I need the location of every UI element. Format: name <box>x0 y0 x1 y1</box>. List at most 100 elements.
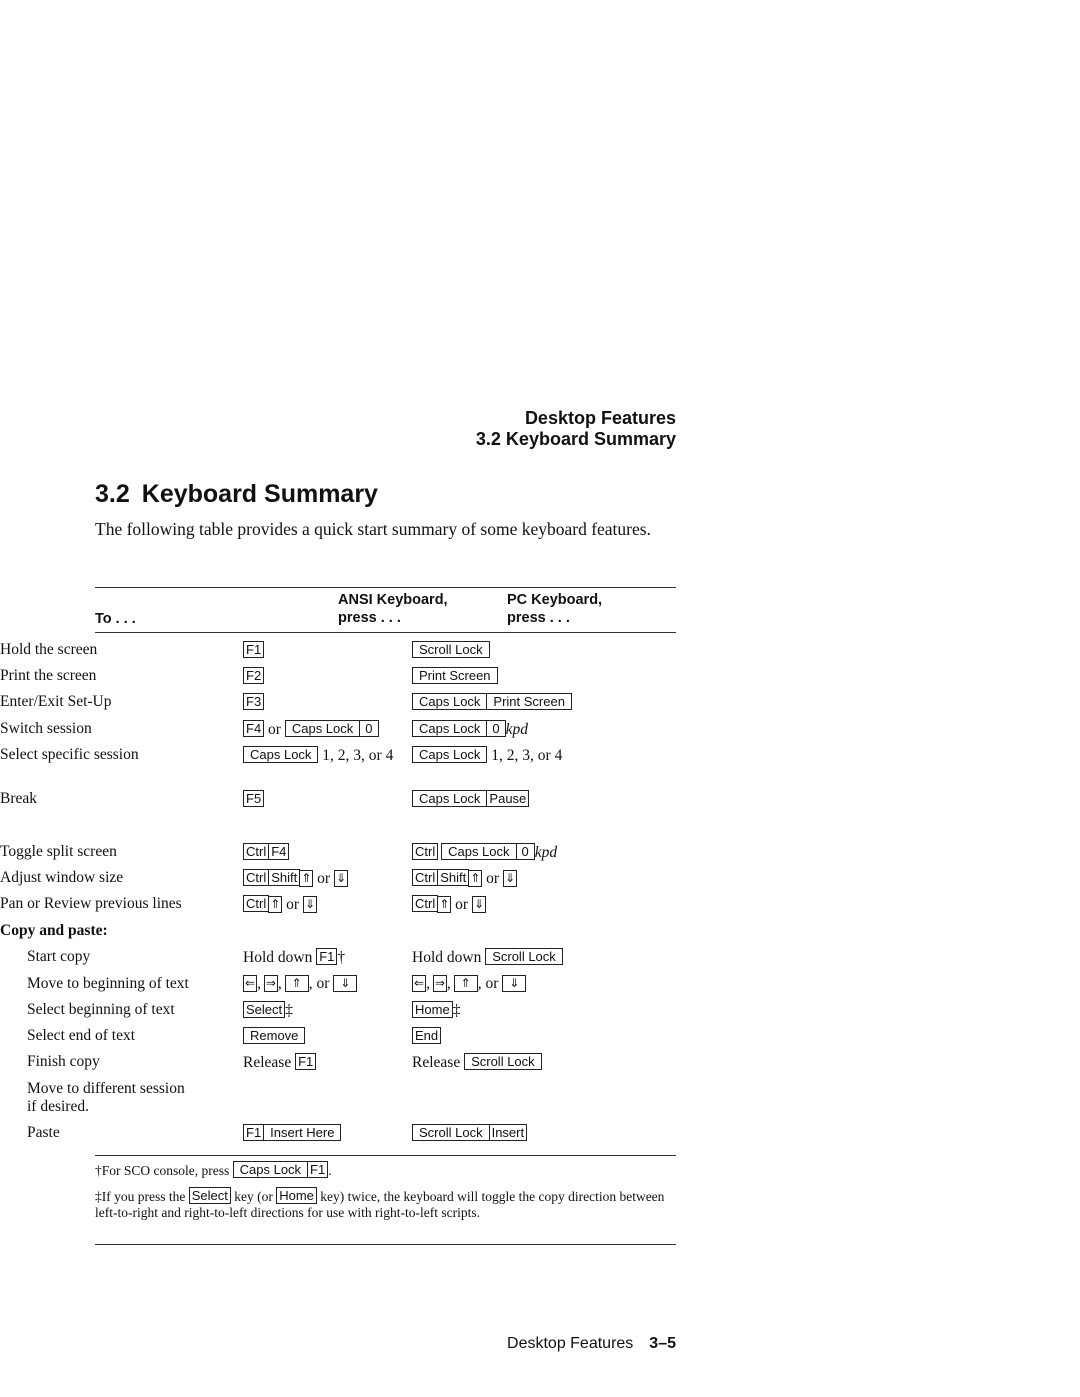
down-arrow-icon: ⇓ <box>333 870 349 887</box>
dagger-mark: † <box>337 949 346 966</box>
copy-paste-heading: Copy and paste: <box>0 922 108 939</box>
header-pc: PC Keyboard, press . . . <box>507 592 603 626</box>
key-select: Select <box>243 1001 286 1018</box>
double-dagger-mark: ‡ <box>285 1002 293 1019</box>
action-cell: Paste <box>27 1124 60 1141</box>
pc-cell: Ctrl Caps Lock 0 kpd <box>412 843 557 862</box>
key-f1: F1 <box>295 1053 317 1070</box>
kpd-note: kpd <box>534 844 558 861</box>
key-scroll-lock: Scroll Lock <box>485 948 563 965</box>
action-cell: Switch session <box>0 720 92 737</box>
key-caps-lock: Caps Lock <box>412 746 488 763</box>
running-head-section: 3.2 Keyboard Summary <box>475 429 676 449</box>
header-rule <box>95 632 676 633</box>
action-cell: Select end of text <box>27 1027 136 1044</box>
ansi-cell: Ctrl F4 <box>243 843 290 862</box>
table-bottom-rule <box>95 1244 676 1245</box>
ansi-cell: F2 <box>243 667 265 686</box>
ansi-cell: F3 <box>243 693 265 712</box>
action-cell: Toggle split screen <box>0 843 117 860</box>
key-ctrl: Ctrl <box>243 843 270 860</box>
page-footer: Desktop Features 3–5 <box>507 1335 676 1353</box>
key-select: Select <box>188 1187 231 1204</box>
header-ansi: ANSI Keyboard, press . . . <box>338 592 448 626</box>
pc-cell: Home ‡ <box>412 1001 460 1020</box>
table-top-rule <box>95 587 676 588</box>
key-ctrl: Ctrl <box>243 895 270 912</box>
key-remove: Remove <box>243 1027 306 1044</box>
double-dagger-mark: ‡ <box>452 1002 461 1019</box>
key-home: Home <box>412 1001 453 1018</box>
action-cell: Select specific session <box>0 746 139 763</box>
key-scroll-lock: Scroll Lock <box>412 641 490 658</box>
footnote-dagger: †For SCO console, press Caps Lock F1. <box>95 1161 332 1178</box>
key-print-screen: Print Screen <box>412 667 498 684</box>
ansi-cell: F1 <box>243 641 265 660</box>
ansi-cell: Release F1 <box>243 1053 317 1072</box>
left-arrow-icon: ⇐ <box>243 975 258 992</box>
key-shift: Shift <box>437 869 470 886</box>
key-caps-lock: Caps Lock <box>284 720 361 737</box>
up-arrow-icon: ⇑ <box>268 896 283 913</box>
key-0: 0 <box>359 720 379 737</box>
key-insert-here: Insert Here <box>263 1124 342 1141</box>
action-cell: Select beginning of text <box>27 1001 175 1018</box>
action-cell: Move to different session if desired. <box>27 1080 185 1115</box>
key-f4: F4 <box>243 720 265 737</box>
key-ctrl: Ctrl <box>243 869 270 886</box>
key-caps-lock: Caps Lock <box>243 746 319 763</box>
running-head: Desktop Features 3.2 Keyboard Summary <box>476 408 676 450</box>
key-ctrl: Ctrl <box>412 843 439 860</box>
up-arrow-icon: ⇑ <box>468 870 483 887</box>
down-arrow-icon: ⇓ <box>502 975 527 992</box>
ansi-cell: Hold down F1 † <box>243 948 346 966</box>
section-number: 3.2 <box>95 480 130 508</box>
ansi-cell: F1 Insert Here <box>243 1124 342 1143</box>
key-pause: Pause <box>486 790 530 807</box>
action-cell: Break <box>0 790 38 807</box>
action-cell: Adjust window size <box>0 869 124 886</box>
key-scroll-lock: Scroll Lock <box>464 1053 542 1070</box>
pc-cell: Caps Lock Pause <box>412 790 530 809</box>
key-f1: F1 <box>243 1124 265 1141</box>
up-arrow-icon: ⇑ <box>437 896 452 913</box>
key-scroll-lock: Scroll Lock <box>412 1124 490 1141</box>
section-title-text: Keyboard Summary <box>141 480 378 508</box>
kpd-note: kpd <box>505 721 529 738</box>
pc-cell: Scroll Lock Insert <box>412 1124 528 1143</box>
running-head-chapter: Desktop Features <box>524 408 676 428</box>
pc-cell: Release Scroll Lock <box>412 1053 542 1072</box>
key-shift: Shift <box>268 869 301 886</box>
action-cell: Enter/Exit Set-Up <box>0 693 112 710</box>
right-arrow-icon: ⇒ <box>263 975 278 992</box>
footer-chapter: Desktop Features <box>507 1335 634 1352</box>
action-cell: Move to beginning of text <box>27 975 189 992</box>
key-insert: Insert <box>488 1124 528 1141</box>
key-ctrl: Ctrl <box>412 895 439 912</box>
key-f3: F3 <box>243 693 265 710</box>
pc-cell: ⇐, ⇒, ⇑, or ⇓ <box>412 975 527 993</box>
section-title: 3.2 Keyboard Summary <box>95 480 378 509</box>
key-caps-lock: Caps Lock <box>441 843 517 860</box>
key-print-screen: Print Screen <box>486 693 572 710</box>
key-caps-lock: Caps Lock <box>232 1161 309 1178</box>
key-caps-lock: Caps Lock <box>412 693 488 710</box>
ansi-cell: Ctrl ⇑ or ⇓ <box>243 895 318 914</box>
key-ctrl: Ctrl <box>412 869 439 886</box>
action-cell: Finish copy <box>27 1053 100 1070</box>
up-arrow-icon: ⇑ <box>284 975 309 992</box>
footnote-rule <box>95 1155 676 1156</box>
footnote-double-dagger: ‡If you press the Select key (or Home ke… <box>95 1187 665 1220</box>
action-cell: Start copy <box>27 948 91 965</box>
key-f1: F1 <box>316 948 338 965</box>
down-arrow-icon: ⇓ <box>502 870 518 887</box>
pc-cell: End <box>412 1027 442 1046</box>
key-caps-lock: Caps Lock <box>412 790 488 807</box>
ansi-cell: ⇐, ⇒, ⇑, or ⇓ <box>243 975 358 993</box>
key-0: 0 <box>486 720 506 737</box>
down-arrow-icon: ⇓ <box>302 896 318 913</box>
pc-cell: Caps Lock 1, 2, 3, or 4 <box>412 746 582 765</box>
pc-cell: Print Screen <box>412 667 498 686</box>
right-arrow-icon: ⇒ <box>432 975 447 992</box>
key-f4: F4 <box>268 843 290 860</box>
